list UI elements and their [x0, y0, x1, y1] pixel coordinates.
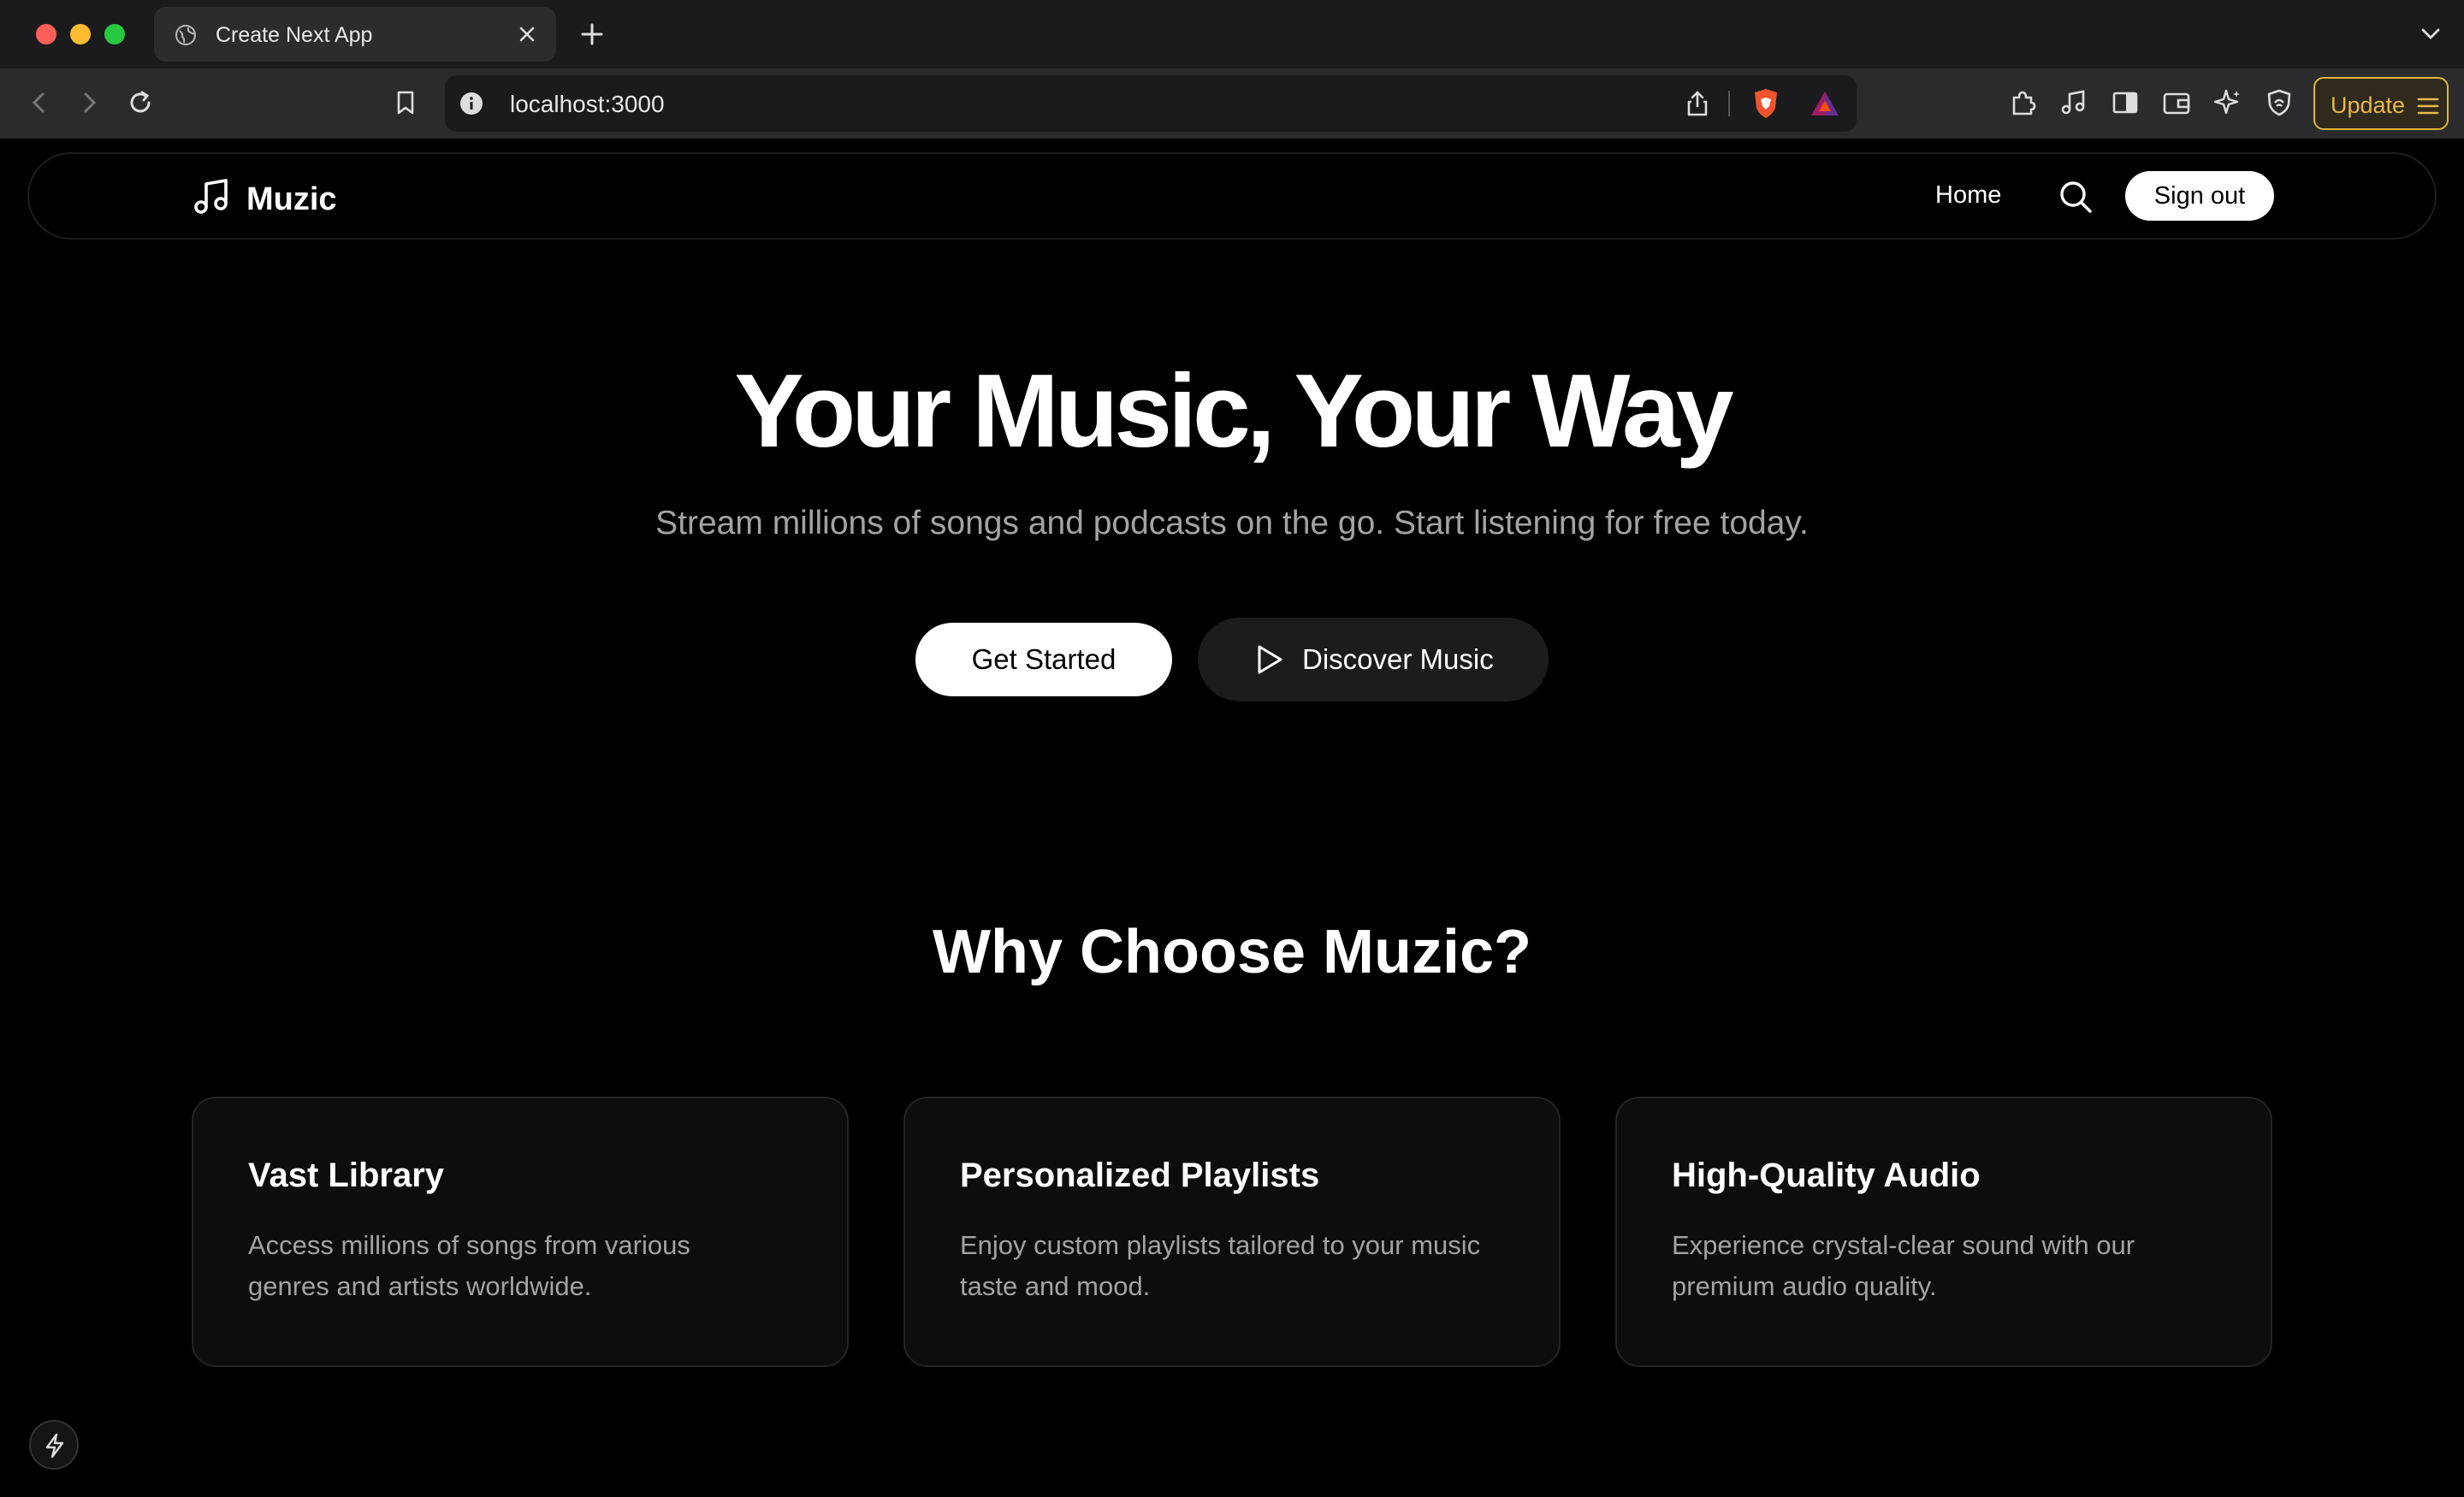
- nav-link-home[interactable]: Home: [1935, 181, 2001, 210]
- sign-out-button[interactable]: Sign out: [2125, 171, 2274, 221]
- share-icon[interactable]: [1684, 89, 1711, 118]
- browser-tab[interactable]: Create Next App: [154, 7, 556, 62]
- wallet-icon[interactable]: [2159, 86, 2194, 120]
- globe-icon: [175, 25, 196, 45]
- menu-icon: [2417, 98, 2439, 115]
- bat-rewards-icon[interactable]: [1809, 89, 1841, 118]
- media-icon[interactable]: [2057, 86, 2091, 120]
- address-bar[interactable]: localhost:3000: [445, 75, 1857, 132]
- dev-tools-button[interactable]: [29, 1420, 79, 1470]
- chevron-down-icon[interactable]: [2420, 24, 2442, 44]
- feature-card: High-Quality Audio Experience crystal-cl…: [1615, 1097, 2272, 1367]
- discover-music-label: Discover Music: [1302, 643, 1494, 675]
- maximize-window-button[interactable]: [104, 24, 125, 44]
- hero-subtitle: Stream millions of songs and podcasts on…: [655, 505, 1809, 541]
- brave-shield-icon[interactable]: [1750, 87, 1781, 120]
- feature-card-description: Enjoy custom playlists tailored to your …: [960, 1230, 1481, 1301]
- play-icon: [1258, 645, 1282, 674]
- close-window-button[interactable]: [36, 24, 56, 44]
- discover-music-button[interactable]: Discover Music: [1198, 618, 1549, 701]
- hero-title: Your Music, Your Way: [734, 352, 1733, 469]
- music-note-icon: [194, 179, 228, 214]
- url-text[interactable]: localhost:3000: [510, 91, 665, 118]
- minimize-window-button[interactable]: [70, 24, 91, 44]
- tab-title: Create Next App: [216, 23, 373, 47]
- sidebar-icon[interactable]: [2108, 86, 2142, 120]
- extensions-icon[interactable]: [2005, 86, 2040, 120]
- info-icon[interactable]: [459, 91, 484, 116]
- vpn-icon[interactable]: [2262, 86, 2296, 120]
- search-icon[interactable]: [2057, 178, 2094, 216]
- feature-card-description: Access millions of songs from various ge…: [248, 1230, 690, 1301]
- feature-card-title: High-Quality Audio: [1672, 1157, 1981, 1194]
- brand-name: Muzic: [246, 181, 337, 217]
- feature-card-title: Vast Library: [248, 1157, 445, 1194]
- plus-icon[interactable]: [578, 21, 606, 48]
- close-icon[interactable]: [515, 22, 539, 46]
- reload-icon[interactable]: [123, 86, 157, 120]
- feature-card-title: Personalized Playlists: [960, 1157, 1320, 1194]
- site-navbar: Muzic Home Sign out: [27, 152, 2437, 240]
- feature-card: Vast Library Access millions of songs fr…: [192, 1097, 849, 1367]
- browser-toolbar: localhost:3000 Update: [0, 68, 2464, 139]
- update-button[interactable]: Update: [2313, 77, 2449, 130]
- update-label: Update: [2331, 92, 2406, 118]
- bookmark-icon[interactable]: [388, 86, 423, 120]
- leo-ai-icon[interactable]: [2211, 86, 2245, 120]
- browser-tab-bar: Create Next App: [0, 0, 2464, 68]
- forward-icon[interactable]: [72, 86, 106, 120]
- page-content: Muzic Home Sign out Your Music, Your Way…: [0, 139, 2464, 1497]
- get-started-button[interactable]: Get Started: [915, 623, 1172, 696]
- feature-card-description: Experience crystal-clear sound with our …: [1672, 1230, 2135, 1301]
- divider: [1728, 91, 1730, 116]
- feature-card: Personalized Playlists Enjoy custom play…: [903, 1097, 1561, 1367]
- back-icon[interactable]: [22, 86, 56, 120]
- features-title: Why Choose Muzic?: [933, 918, 1531, 986]
- lightning-icon: [45, 1433, 64, 1459]
